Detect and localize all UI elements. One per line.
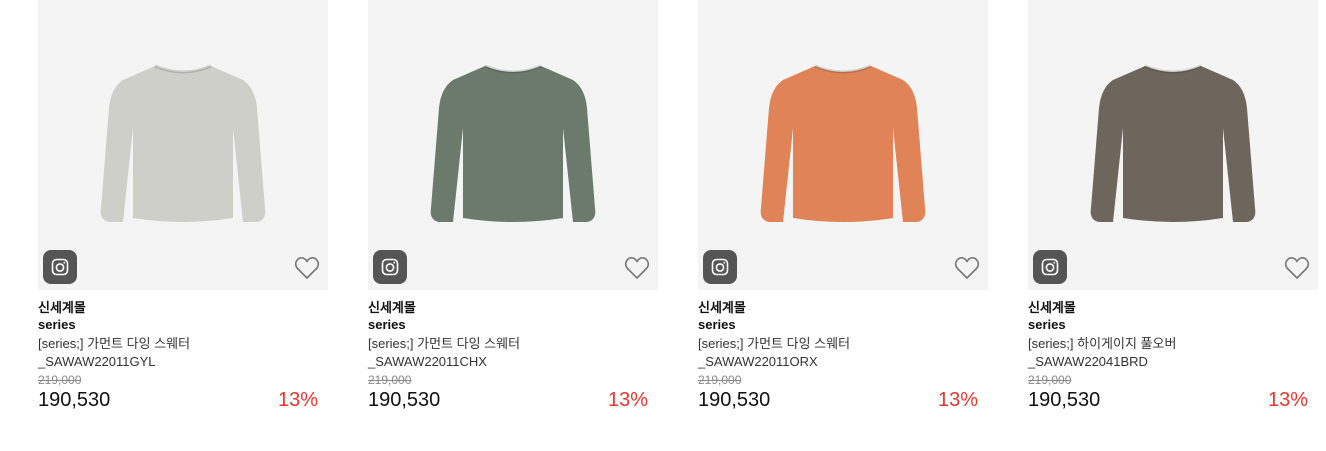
product-name-line1[interactable]: [series;] 하이게이지 풀오버	[1028, 335, 1318, 353]
discount-rate: 13%	[277, 389, 318, 411]
heart-icon[interactable]	[954, 256, 980, 280]
original-price: 219,000	[368, 373, 412, 387]
product-grid: 신세계몰 series [series;] 가먼트 다잉 스웨터 _SAWAW2…	[0, 0, 1326, 451]
sale-price: 190,530	[368, 389, 441, 411]
product-name-line1[interactable]: [series;] 가먼트 다잉 스웨터	[368, 335, 658, 353]
product-name-line2[interactable]: _SAWAW22011CHX	[368, 353, 658, 371]
camera-button[interactable]	[703, 250, 737, 284]
camera-icon	[51, 258, 69, 276]
sweater-image	[1090, 64, 1256, 222]
sweater-image	[760, 64, 926, 222]
mall-name: 신세계몰	[38, 300, 86, 315]
product-image[interactable]	[1028, 0, 1318, 290]
product-card[interactable]: 신세계몰 series [series;] 가먼트 다잉 스웨터 _SAWAW2…	[38, 0, 328, 412]
sweater-shape	[760, 66, 926, 222]
product-card[interactable]: 신세계몰 series [series;] 가먼트 다잉 스웨터 _SAWAW2…	[368, 0, 658, 412]
heart-icon[interactable]	[294, 256, 320, 280]
brand-name[interactable]: series	[38, 317, 328, 335]
sale-price: 190,530	[698, 389, 771, 411]
original-price: 219,000	[38, 373, 82, 387]
product-card[interactable]: 신세계몰 series [series;] 하이게이지 풀오버 _SAWAW22…	[1028, 0, 1318, 412]
discount-rate: 13%	[937, 389, 978, 411]
discount-rate: 13%	[607, 389, 648, 411]
camera-button[interactable]	[1033, 250, 1067, 284]
original-price: 219,000	[698, 373, 742, 387]
mall-name: 신세계몰	[1028, 300, 1076, 315]
camera-icon	[711, 258, 729, 276]
sweater-shape	[100, 66, 266, 222]
product-name-line2[interactable]: _SAWAW22041BRD	[1028, 353, 1318, 371]
heart-icon[interactable]	[1284, 256, 1310, 280]
product-card[interactable]: 신세계몰 series [series;] 가먼트 다잉 스웨터 _SAWAW2…	[698, 0, 988, 412]
sweater-shape	[430, 66, 596, 222]
product-name-line1[interactable]: [series;] 가먼트 다잉 스웨터	[698, 335, 988, 353]
camera-button[interactable]	[373, 250, 407, 284]
camera-icon	[1041, 258, 1059, 276]
product-name-line2[interactable]: _SAWAW22011GYL	[38, 353, 328, 371]
sweater-shape	[1090, 66, 1256, 222]
product-image[interactable]	[368, 0, 658, 290]
brand-name[interactable]: series	[368, 317, 658, 335]
product-name-line2[interactable]: _SAWAW22011ORX	[698, 353, 988, 371]
brand-name[interactable]: series	[698, 317, 988, 335]
product-image[interactable]	[698, 0, 988, 290]
heart-icon[interactable]	[624, 256, 650, 280]
sweater-image	[100, 64, 266, 222]
sale-price: 190,530	[38, 389, 111, 411]
product-image[interactable]	[38, 0, 328, 290]
mall-name: 신세계몰	[698, 300, 746, 315]
original-price: 219,000	[1028, 373, 1072, 387]
sale-price: 190,530	[1028, 389, 1101, 411]
product-name-line1[interactable]: [series;] 가먼트 다잉 스웨터	[38, 335, 328, 353]
sweater-image	[430, 64, 596, 222]
camera-icon	[381, 258, 399, 276]
mall-name: 신세계몰	[368, 300, 416, 315]
brand-name[interactable]: series	[1028, 317, 1318, 335]
camera-button[interactable]	[43, 250, 77, 284]
discount-rate: 13%	[1267, 389, 1308, 411]
